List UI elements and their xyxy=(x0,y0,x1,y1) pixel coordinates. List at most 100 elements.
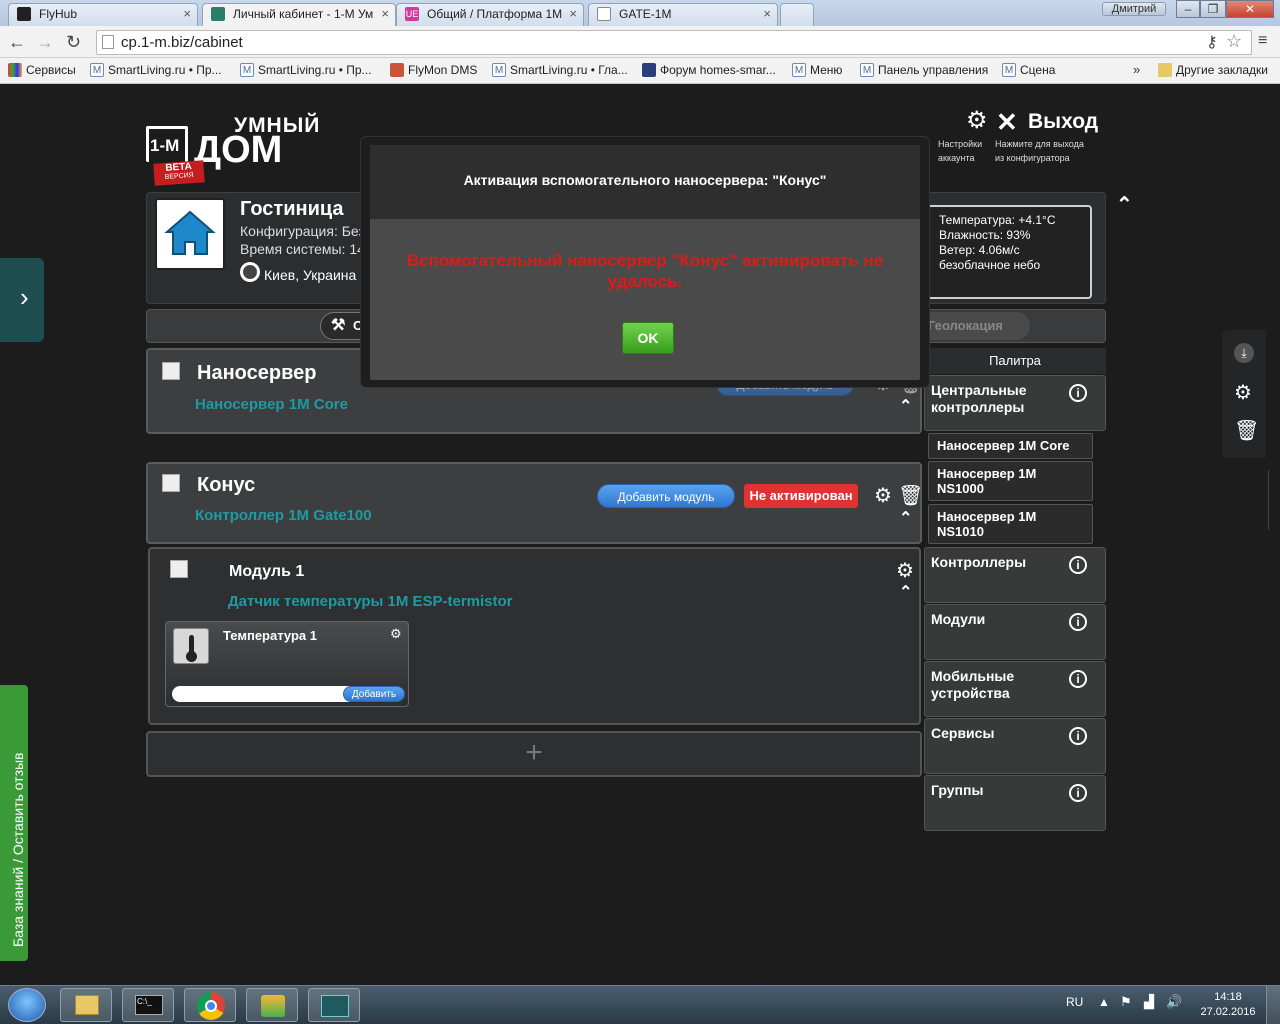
tab-platform[interactable]: UE Общий / Платформа 1М × xyxy=(396,3,584,26)
bookmark-label: SmartLiving.ru • Пр... xyxy=(108,63,222,77)
account-settings-gear-icon[interactable]: ⚙ xyxy=(966,109,988,133)
action-center-flag-icon[interactable]: ⚑ xyxy=(1120,994,1132,1010)
module-image xyxy=(170,560,188,578)
gear-icon[interactable]: ⚙ xyxy=(1234,383,1252,403)
network-icon[interactable]: ▟ xyxy=(1144,994,1154,1010)
menu-icon[interactable]: ≡ xyxy=(1258,32,1267,50)
address-bar[interactable]: cp.1-m.biz/cabinet xyxy=(96,30,1252,55)
new-tab-button[interactable] xyxy=(780,3,814,26)
bookmark-flymon[interactable]: FlyMon DMS xyxy=(390,63,477,77)
konus-add-module-button[interactable]: Добавить модуль xyxy=(597,484,735,508)
gear-icon[interactable]: ⚙ xyxy=(896,561,914,581)
weather-temp: Температура: +4.1°C xyxy=(939,213,1056,227)
account-settings-label: Настройки аккаунта xyxy=(938,137,996,165)
other-bookmarks[interactable]: Другие закладки xyxy=(1158,63,1268,77)
info-icon[interactable]: i xyxy=(1069,556,1087,574)
reload-icon[interactable]: ↻ xyxy=(66,32,81,52)
bookmark-services[interactable]: Сервисы xyxy=(8,63,76,77)
tab-label: GATE-1M xyxy=(619,7,672,21)
chevron-up-icon[interactable]: ⌃ xyxy=(899,582,912,602)
bookmark-label: SmartLiving.ru • Гла... xyxy=(510,63,628,77)
feedback-label: База знаний / Оставить отзыв xyxy=(10,752,26,947)
bookmark-menu[interactable]: M Меню xyxy=(792,63,842,77)
info-icon[interactable]: i xyxy=(1069,784,1087,802)
side-panel-toggle[interactable]: › xyxy=(0,258,44,342)
forward-icon[interactable]: → xyxy=(36,32,54,52)
palette-category-central[interactable]: Центральные контроллеры i xyxy=(924,375,1106,431)
chrome-icon[interactable] xyxy=(184,988,236,1022)
close-icon[interactable]: × xyxy=(183,4,191,24)
info-icon[interactable]: i xyxy=(1069,670,1087,688)
gear-icon[interactable]: ⚙ xyxy=(874,486,892,506)
exit-x-icon[interactable]: ✕ xyxy=(996,108,1018,136)
bookmark-smartliving-3[interactable]: M SmartLiving.ru • Гла... xyxy=(492,63,628,77)
palette-item-core[interactable]: Наносервер 1M Core xyxy=(928,433,1093,459)
chevron-up-icon[interactable]: ⌃ xyxy=(899,508,912,528)
trash-icon[interactable]: 🗑 xyxy=(898,486,923,506)
exit-button[interactable]: Выход xyxy=(1028,110,1098,134)
volume-icon[interactable]: 🔊 xyxy=(1166,994,1182,1010)
m-site-icon: M xyxy=(90,63,104,77)
page-icon xyxy=(102,35,114,49)
maximize-icon[interactable]: ❐ xyxy=(1200,0,1226,18)
bookmark-scene[interactable]: M Сцена xyxy=(1002,63,1055,77)
bookmark-forum[interactable]: Форум homes-smar... xyxy=(642,63,776,77)
key-icon[interactable]: ⚷ xyxy=(1206,32,1218,52)
ok-button[interactable]: OK xyxy=(622,322,674,354)
star-icon[interactable]: ☆ xyxy=(1226,31,1242,52)
window-close-icon[interactable]: ✕ xyxy=(1226,0,1274,18)
show-desktop-button[interactable] xyxy=(1266,986,1280,1024)
language-indicator[interactable]: RU xyxy=(1066,995,1083,1009)
start-button[interactable] xyxy=(8,988,46,1022)
trash-icon[interactable]: 🗑 xyxy=(1234,421,1259,441)
gear-icon[interactable]: ⚙ xyxy=(390,626,402,642)
back-icon[interactable]: ← xyxy=(8,32,26,52)
ue-icon: UE xyxy=(405,7,419,21)
scrollbar[interactable] xyxy=(1268,470,1280,530)
info-icon[interactable]: i xyxy=(1069,384,1087,402)
add-new-device-button[interactable]: + xyxy=(146,731,922,777)
info-icon[interactable]: i xyxy=(1069,727,1087,745)
app-icon[interactable] xyxy=(246,988,298,1022)
nanoserver-title: Наносервер xyxy=(197,362,317,384)
palette-category-modules[interactable]: Модули i xyxy=(924,604,1106,660)
tray-arrow-icon[interactable]: ▲ xyxy=(1098,995,1110,1009)
collapse-chevron-up-icon[interactable]: ⌃ xyxy=(1116,192,1133,217)
close-icon[interactable]: × xyxy=(763,4,771,24)
palette-category-services[interactable]: Сервисы i xyxy=(924,718,1106,774)
tab-cabinet[interactable]: Личный кабинет - 1-М Ум × xyxy=(202,3,396,26)
palette-item-ns1010[interactable]: Наносервер 1M NS1010 xyxy=(928,504,1093,544)
info-icon[interactable]: i xyxy=(1069,613,1087,631)
bookmark-smartliving-1[interactable]: M SmartLiving.ru • Пр... xyxy=(90,63,222,77)
smarthome-app-icon[interactable] xyxy=(308,988,360,1022)
bookmarks-overflow[interactable]: » xyxy=(1133,62,1140,77)
palette-item-ns1000[interactable]: Наносервер 1M NS1000 xyxy=(928,461,1093,501)
chevron-up-icon[interactable]: ⌃ xyxy=(899,396,912,416)
sensor-name: Температура 1 xyxy=(223,628,317,643)
palette-category-label: Контроллеры xyxy=(931,554,1027,570)
exit-sub2: из конфигуратора xyxy=(995,153,1070,163)
bookmark-smartliving-2[interactable]: M SmartLiving.ru • Пр... xyxy=(240,63,372,77)
bookmark-control-panel[interactable]: M Панель управления xyxy=(860,63,988,77)
weather-humidity: Влажность: 93% xyxy=(939,228,1031,242)
explorer-icon[interactable] xyxy=(60,988,112,1022)
palette-category-controllers[interactable]: Контроллеры i xyxy=(924,547,1106,603)
profile-badge[interactable]: Дмитрий xyxy=(1102,2,1166,16)
palette-category-mobile[interactable]: Мобильные устройства i xyxy=(924,661,1106,717)
download-icon[interactable]: ⤓ xyxy=(1234,343,1254,363)
tab-flyhub[interactable]: FlyHub × xyxy=(8,3,198,26)
clock[interactable]: 14:18 27.02.2016 xyxy=(1200,990,1256,1020)
bookmark-label: Панель управления xyxy=(878,63,989,77)
status-badge: Не активирован xyxy=(744,484,858,508)
feedback-tab[interactable]: База знаний / Оставить отзыв xyxy=(0,685,28,961)
close-icon[interactable]: × xyxy=(381,4,389,24)
palette-category-groups[interactable]: Группы i xyxy=(924,775,1106,831)
minimize-icon[interactable]: ‒ xyxy=(1176,0,1200,18)
cmd-icon[interactable]: C:\_ xyxy=(122,988,174,1022)
sensor-add-button[interactable]: Добавить xyxy=(343,686,405,702)
chevron-right-icon: › xyxy=(20,282,29,312)
tab-gate[interactable]: GATE-1M × xyxy=(588,3,778,26)
exit-label: Нажмите для выхода из конфигуратора xyxy=(995,137,1105,165)
close-icon[interactable]: × xyxy=(569,4,577,24)
module-subtitle: Датчик температуры 1M ESP-termistor xyxy=(228,593,513,610)
